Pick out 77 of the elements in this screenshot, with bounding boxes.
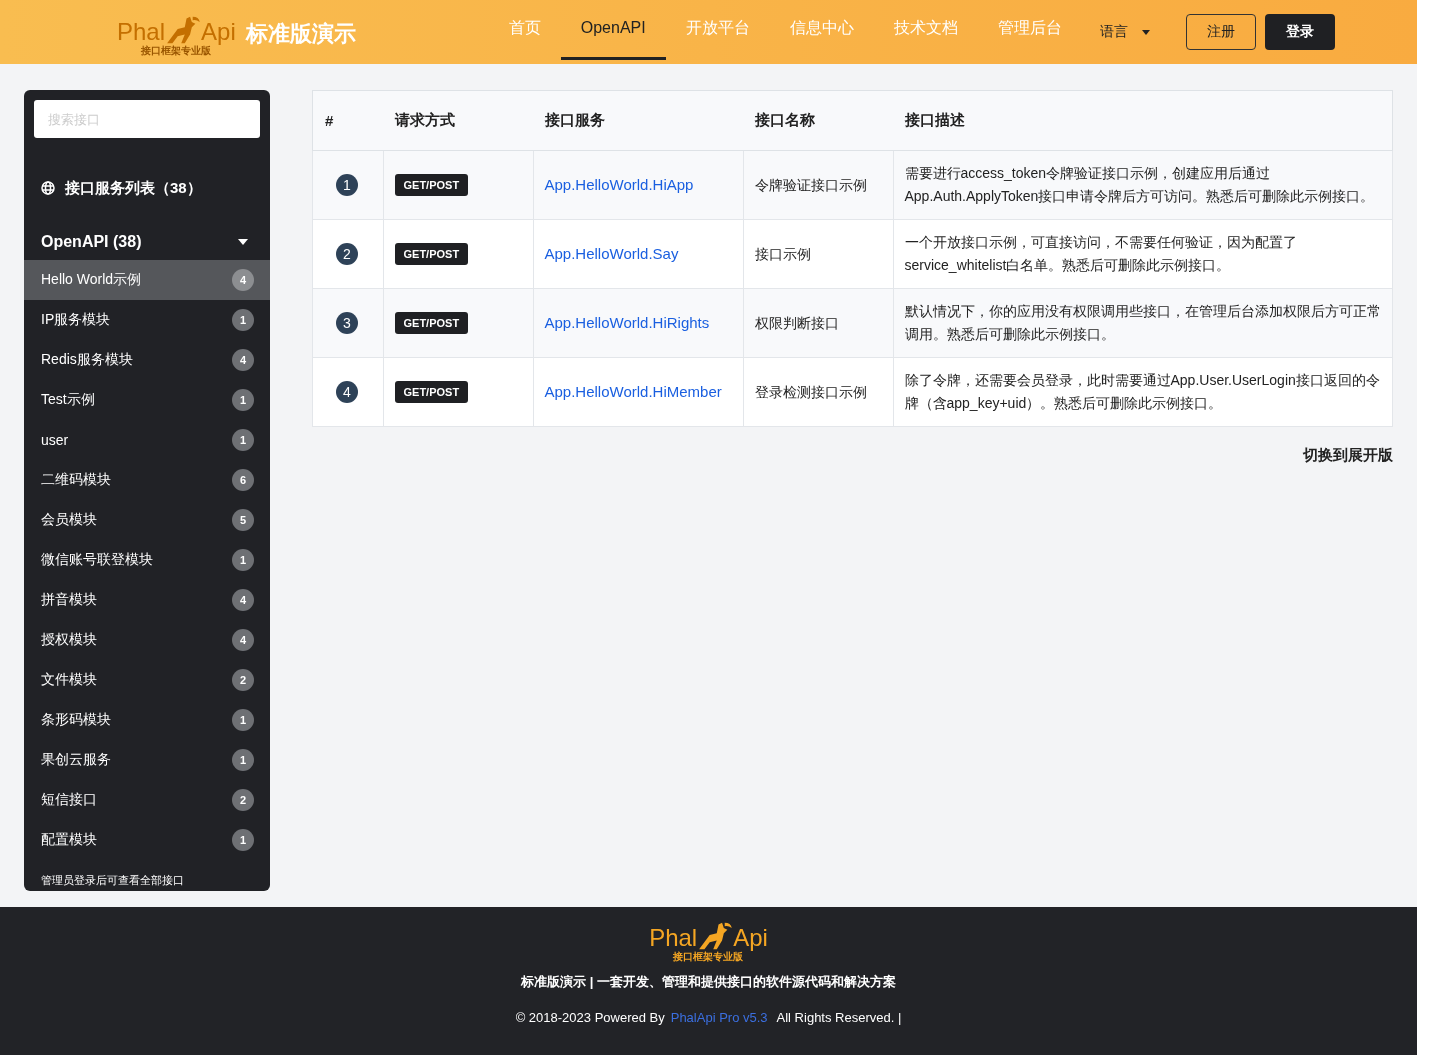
rights-text: All Rights Reserved. | [776,1010,902,1025]
register-button[interactable]: 注册 [1185,14,1256,50]
sidebar-item[interactable]: 授权模块 4 [24,620,270,660]
count-badge: 2 [232,789,254,811]
count-badge: 4 [232,629,254,651]
group-header[interactable]: OpenAPI (38) [24,224,270,260]
count-badge: 1 [232,309,254,331]
table-cell: 登录检测接口示例 [743,357,893,427]
table-cell: 一个开放接口示例，可直接访问，不需要任何验证，因为配置了service_whitelist白名单。熟悉后可删除此示例接口。 [893,219,1393,289]
count-badge: 1 [232,389,254,411]
service-link[interactable]: App.HelloWorld.HiRights [544,314,710,331]
copyright-text: © 2018-2023 Powered By [515,1010,665,1025]
sidebar-item[interactable]: 微信账号联登模块 1 [24,540,270,580]
logo-word: Phal [117,18,166,45]
logo-subtitle: 接口框架专业版 [673,951,744,962]
footer-tagline: 标准版演示 | 一套开发、管理和提供接口的软件源代码和解决方案 [521,973,896,991]
count-badge: 4 [232,269,254,291]
sidebar-item[interactable]: Hello World示例 4 [24,260,270,300]
caret-icon [1141,29,1150,35]
column-header: 接口描述 [893,90,1393,151]
logo-word: Phal [649,925,698,951]
sidebar-item[interactable]: IP服务模块 1 [24,300,270,340]
column-header: # [312,90,383,151]
count-badge: 1 [232,829,254,851]
row-number: 3 [336,312,358,334]
count-badge: 4 [232,349,254,371]
sidebar-item[interactable]: 二维码模块 6 [24,460,270,500]
count-badge: 5 [232,509,254,531]
count-badge: 4 [232,589,254,611]
switch-link[interactable]: 切换到展开版 [1303,446,1393,465]
sidebar-item[interactable]: user 1 [24,420,270,460]
sidebar-item[interactable]: 拼音模块 4 [24,580,270,620]
logo-subtitle: 接口框架专业版 [141,44,212,56]
table-cell: 需要进行access_token令牌验证接口示例，创建应用后通过App.Auth.ApplyToken接口申请令牌后方可访问。熟悉后可删除此示例接口。 [893,150,1393,220]
logo-word: Api [733,925,768,951]
globe-icon [41,181,55,195]
sidebar-note: 管理员登录后可查看全部接口 [41,873,185,888]
section-heading: 接口服务列表（38） [65,178,202,198]
nav-tab[interactable]: OpenAPI [560,0,666,60]
dog-icon [697,921,734,951]
column-header: 接口服务 [533,90,743,151]
row-number: 1 [336,174,358,196]
row-number: 4 [336,381,358,403]
sidebar-item[interactable]: Redis服务模块 4 [24,340,270,380]
method-tag: GET/POST [394,243,469,265]
column-header: 请求方式 [383,90,533,151]
row-number: 2 [336,243,358,265]
sidebar-item[interactable]: 条形码模块 1 [24,700,270,740]
count-badge: 1 [232,709,254,731]
site-title: 标准版演示 [245,20,356,48]
sidebar-item[interactable]: Test示例 1 [24,380,270,420]
sidebar-item[interactable]: 配置模块 1 [24,820,270,860]
table-cell: 权限判断接口 [743,288,893,358]
count-badge: 2 [232,669,254,691]
method-tag: GET/POST [394,174,469,196]
table-cell: 默认情况下，你的应用没有权限调用些接口，在管理后台添加权限后方可正常调用。熟悉后可删除此示例接口。 [893,288,1393,358]
dog-icon [165,14,202,45]
count-badge: 1 [232,749,254,771]
login-button[interactable]: 登录 [1264,14,1335,50]
logo-word: Api [201,18,236,45]
caret-icon [238,239,248,245]
sidebar-item[interactable]: 果创云服务 1 [24,740,270,780]
table-cell: 除了令牌，还需要会员登录，此时需要通过App.User.UserLogin接口返回的令牌（含app_key+uid）。熟悉后可删除此示例接口。 [893,357,1393,427]
count-badge: 1 [232,429,254,451]
sidebar-item[interactable]: 会员模块 5 [24,500,270,540]
service-link[interactable]: App.HelloWorld.Say [544,245,679,262]
table-cell: 接口示例 [743,219,893,289]
sidebar-item[interactable]: 短信接口 2 [24,780,270,820]
method-tag: GET/POST [394,381,469,403]
count-badge: 1 [232,549,254,571]
service-link[interactable]: App.HelloWorld.HiApp [544,176,694,193]
method-tag: GET/POST [394,312,469,334]
count-badge: 6 [232,469,254,491]
column-header: 接口名称 [743,90,893,151]
table-cell: 令牌验证接口示例 [743,150,893,220]
language-dropdown[interactable]: 语言 [1099,23,1160,41]
sidebar-item[interactable]: 文件模块 2 [24,660,270,700]
